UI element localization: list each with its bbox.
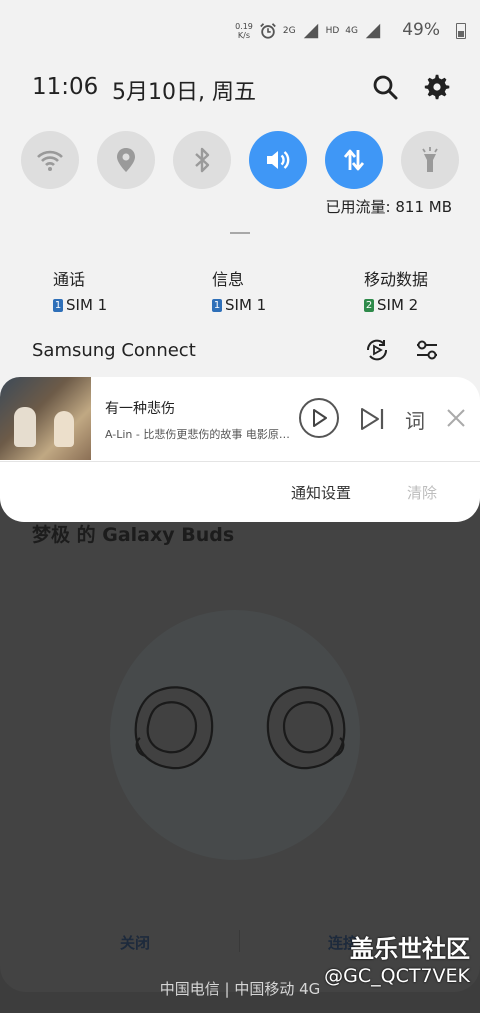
dialog-close-button[interactable]: 关闭: [120, 932, 150, 953]
network-speed: 0.19 K/s: [235, 22, 253, 40]
sim-badge: 2: [364, 298, 374, 312]
album-art[interactable]: [0, 377, 91, 460]
location-toggle[interactable]: [97, 131, 155, 189]
signal-icon: [303, 23, 318, 39]
play-icon: [313, 409, 327, 427]
bluetooth-icon: [195, 147, 210, 173]
sound-toggle[interactable]: [249, 131, 307, 189]
bluetooth-toggle[interactable]: [173, 131, 231, 189]
wifi-icon: [37, 150, 63, 171]
lyrics-button[interactable]: 词: [405, 405, 425, 434]
mobile-data-toggle[interactable]: [325, 131, 383, 189]
speaker-icon: [267, 151, 290, 169]
skip-next-icon[interactable]: [358, 405, 386, 433]
clock: 11:06: [32, 74, 99, 100]
network-type-4g: 4G: [345, 26, 358, 36]
status-bar: 0.19 K/s 2G HD 4G: [235, 20, 382, 42]
close-icon[interactable]: [444, 406, 468, 430]
panel-drag-handle[interactable]: [230, 232, 250, 234]
hd-voice-badge: HD: [325, 26, 340, 36]
song-title: 有一种悲伤: [105, 401, 175, 417]
alarm-icon: [260, 23, 276, 39]
flashlight-icon: [422, 147, 438, 172]
card-divider: [0, 461, 480, 462]
dialog-title: 梦极 的 Galaxy Buds: [32, 524, 235, 546]
clear-button[interactable]: 清除: [407, 482, 437, 503]
right-earbud-icon: [266, 686, 346, 770]
dialog-button-divider: [239, 930, 240, 952]
gear-icon[interactable]: [423, 73, 451, 101]
media-notification-card: 有一种悲伤 A-Lin - 比悲伤更悲伤的故事 电影原声带 词 通知设置 清除: [0, 377, 480, 522]
sim-messages[interactable]: 信息 1 SIM 1: [212, 266, 266, 314]
samsung-connect-label[interactable]: Samsung Connect: [32, 340, 196, 361]
left-earbud-icon: [134, 686, 214, 770]
play-refresh-icon[interactable]: [364, 337, 390, 363]
battery-icon: [456, 23, 466, 39]
flashlight-toggle[interactable]: [401, 131, 459, 189]
sim-badge: 1: [212, 298, 222, 312]
watermark-handle: @GC_QCT7VEK: [324, 965, 470, 987]
sim-mobile-data[interactable]: 移动数据 2 SIM 2: [364, 266, 428, 314]
location-pin-icon: [117, 148, 135, 172]
play-button[interactable]: [299, 398, 339, 438]
quick-panel: 0.19 K/s 2G HD 4G 49% 11:06 5月10日, 周五 已用…: [0, 0, 480, 420]
signal-icon: [365, 23, 381, 39]
network-type-2g: 2G: [282, 26, 296, 36]
watermark-brand: 盖乐世社区: [350, 935, 470, 963]
battery-percent: 49%: [402, 20, 440, 40]
song-artist-album: A-Lin - 比悲伤更悲伤的故事 电影原声带: [105, 428, 295, 441]
notification-settings-button[interactable]: 通知设置: [291, 482, 351, 503]
sim-badge: 1: [53, 298, 63, 312]
data-transfer-icon: [343, 149, 365, 171]
search-icon[interactable]: [371, 73, 399, 101]
sim-calls[interactable]: 通话 1 SIM 1: [53, 266, 107, 314]
wifi-toggle[interactable]: [21, 131, 79, 189]
data-usage-label: 已用流量: 811 MB: [325, 198, 452, 216]
filter-settings-icon[interactable]: [414, 337, 440, 363]
date: 5月10日, 周五: [112, 80, 256, 105]
